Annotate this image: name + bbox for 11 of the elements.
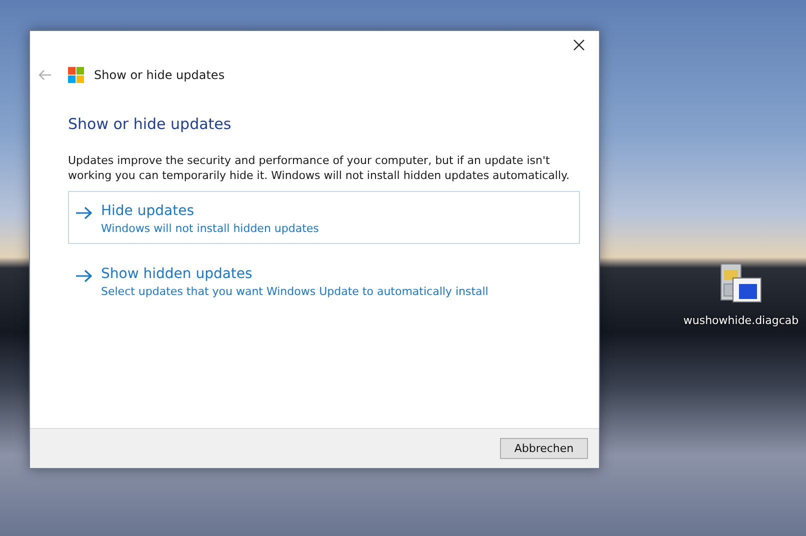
close-icon [572,38,586,52]
page-heading: Show or hide updates [68,115,232,133]
desktop-icon-label: wushowhide.diagcab [683,314,799,327]
cancel-button[interactable]: Abbrechen [500,438,588,459]
option-link[interactable]: Hide updates Windows will not install hidden updates [68,191,580,244]
arrow-right-icon [75,269,93,283]
file-cabinet-icon[interactable] [719,262,763,304]
arrow-right-icon [75,206,93,220]
window-title: Show or hide updates [94,68,225,82]
description-text: Updates improve the security and performance of your computer, but if an update isn't working you can temporarily hide it. Windows will not install hidden updates automatically. [68,153,570,183]
windows-logo-icon [68,67,84,83]
